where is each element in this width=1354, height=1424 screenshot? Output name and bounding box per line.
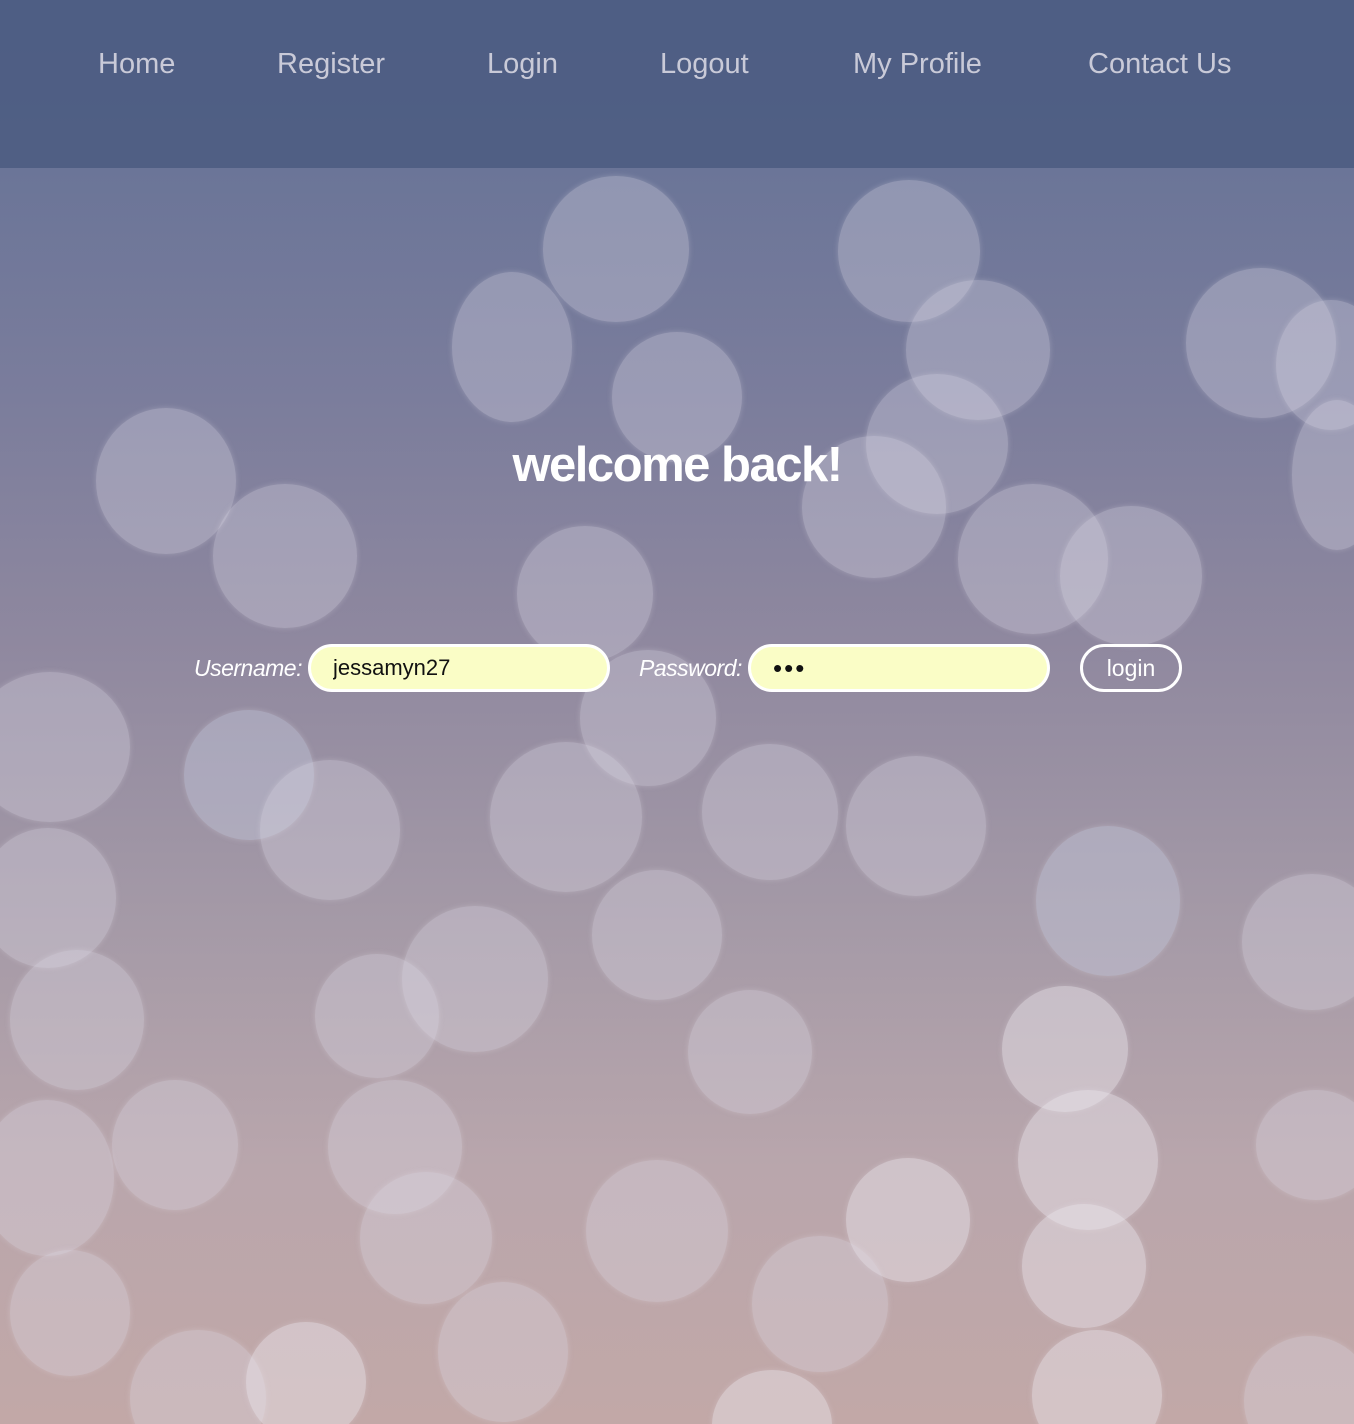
top-navbar: Home Register Login Logout My Profile Co… bbox=[0, 0, 1354, 168]
nav-list: Home Register Login Logout My Profile Co… bbox=[0, 44, 1354, 84]
nav-link-contact-us[interactable]: Contact Us bbox=[1088, 44, 1231, 84]
username-input[interactable] bbox=[308, 644, 610, 692]
password-label: Password: bbox=[639, 655, 742, 681]
nav-link-home[interactable]: Home bbox=[98, 44, 175, 84]
nav-link-logout[interactable]: Logout bbox=[660, 44, 749, 84]
password-input[interactable] bbox=[748, 644, 1050, 692]
login-button[interactable]: login bbox=[1080, 644, 1182, 692]
page-title: welcome back! bbox=[512, 438, 843, 492]
nav-link-login[interactable]: Login bbox=[487, 44, 558, 84]
nav-link-my-profile[interactable]: My Profile bbox=[853, 44, 982, 84]
username-label: Username: bbox=[194, 655, 302, 681]
bokeh-background bbox=[0, 0, 1354, 1424]
login-form: Username: Password: login bbox=[0, 644, 1354, 692]
nav-link-register[interactable]: Register bbox=[277, 44, 385, 84]
